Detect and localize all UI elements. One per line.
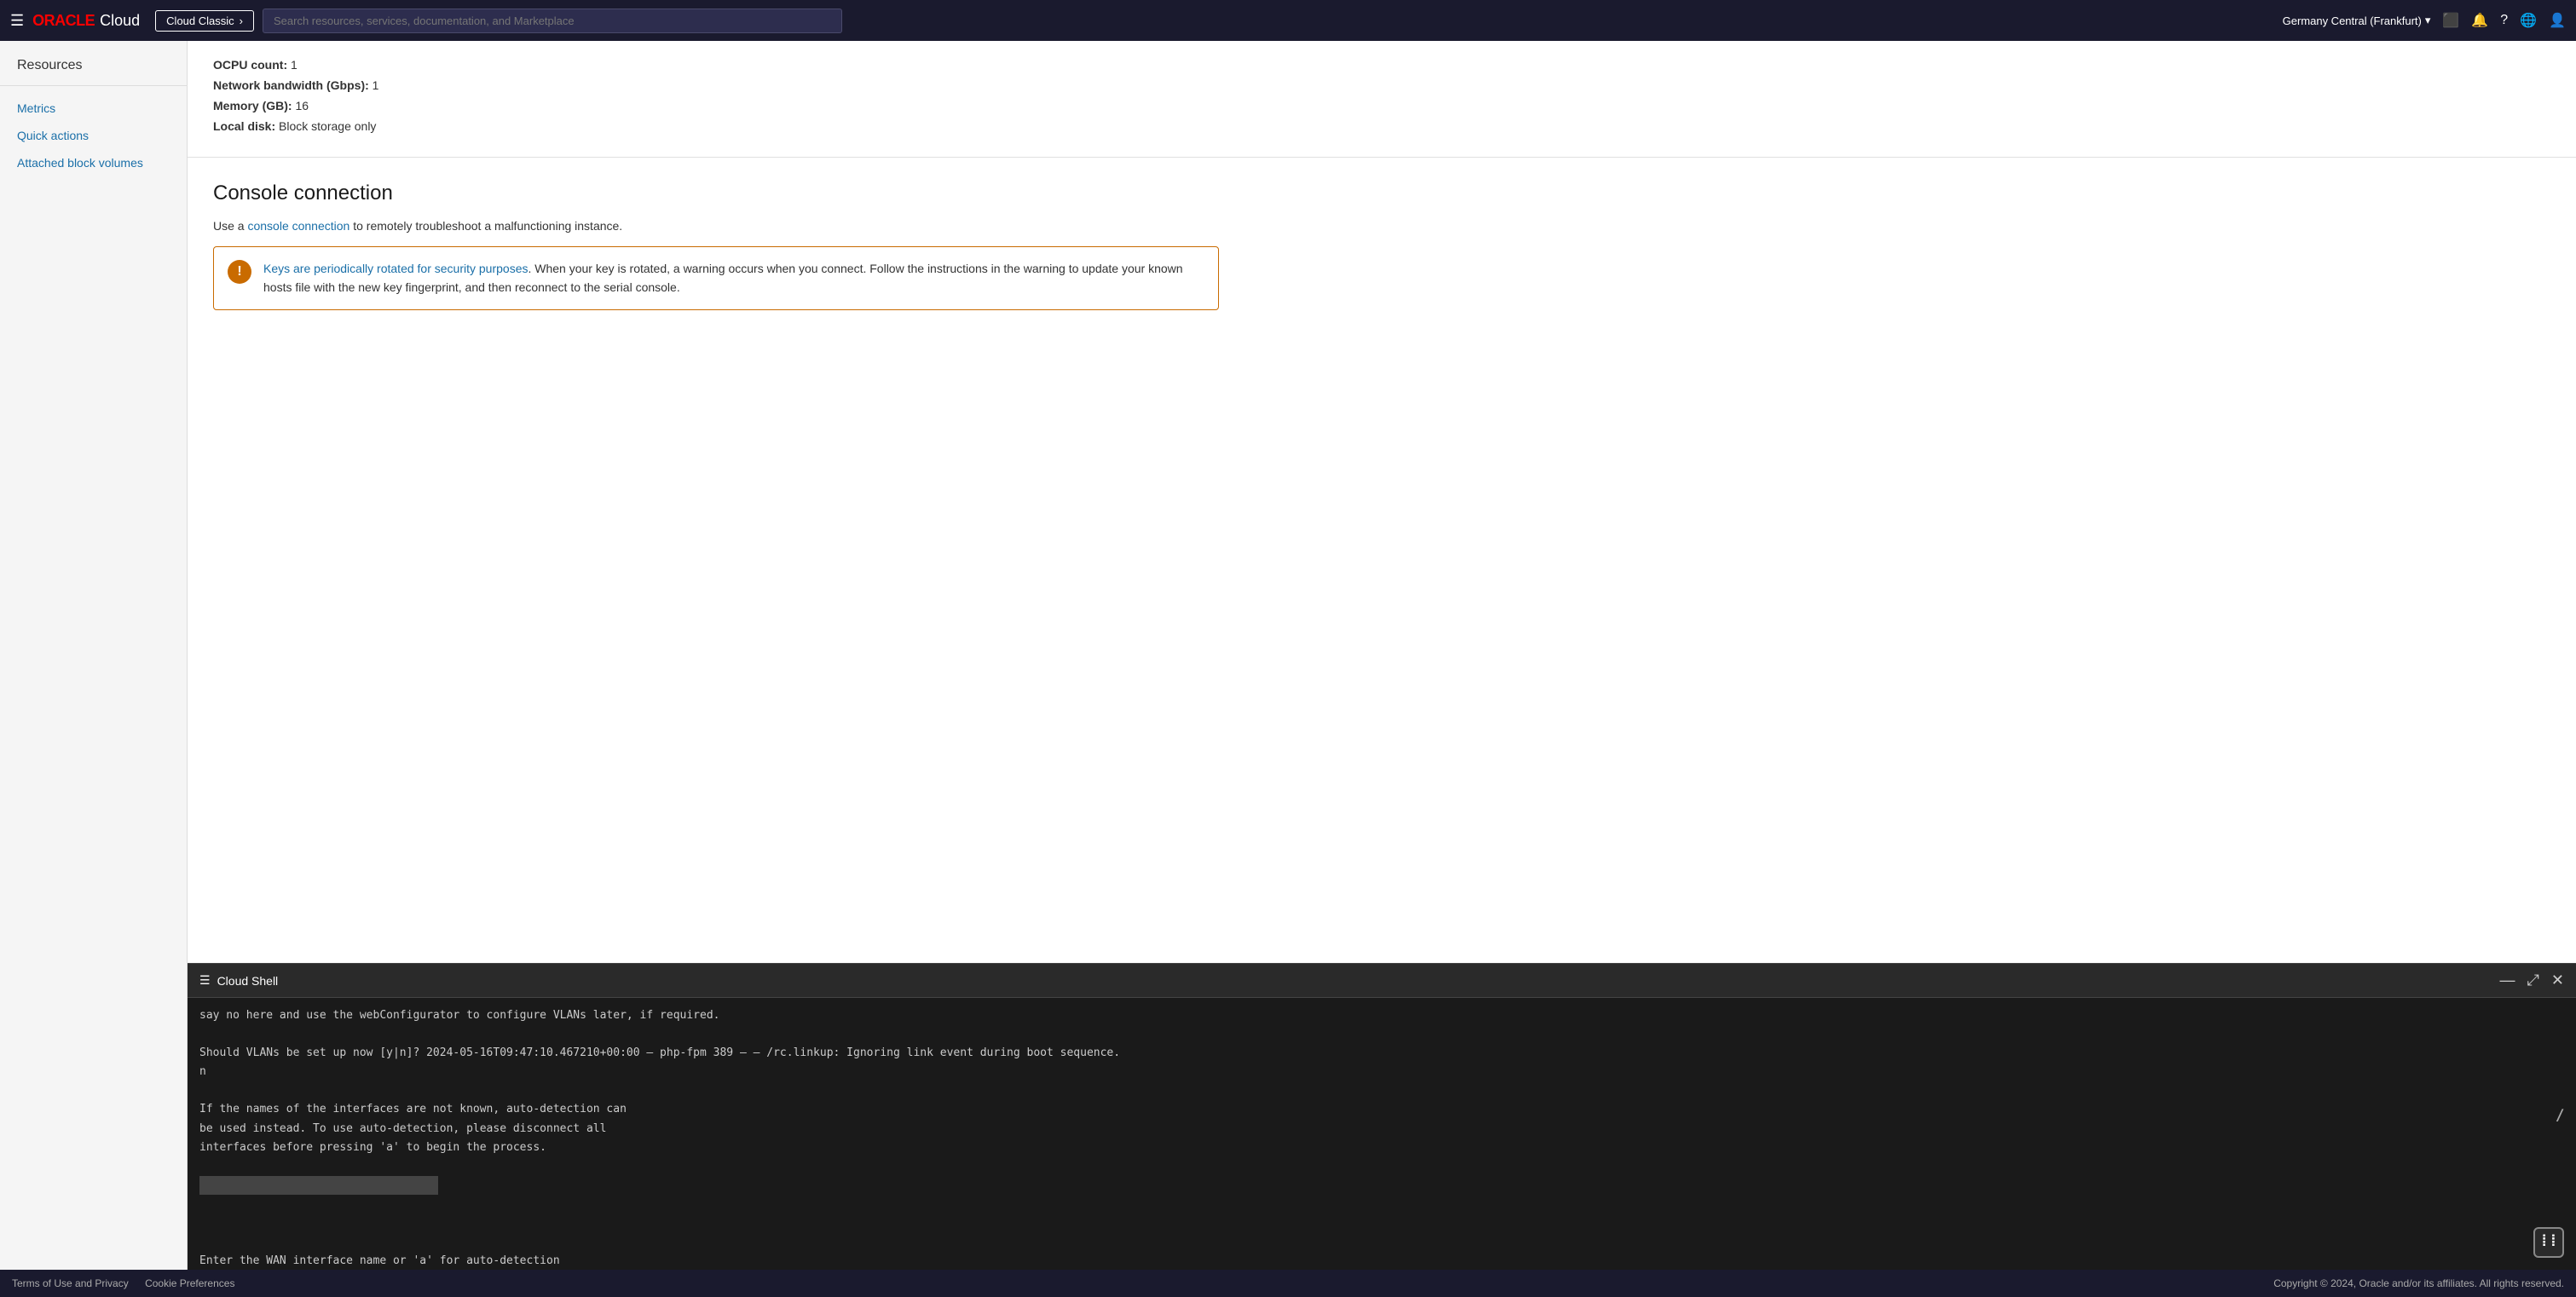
search-input[interactable]	[263, 9, 842, 33]
region-selector[interactable]: Germany Central (Frankfurt) ▾	[2283, 14, 2431, 27]
warning-text: Keys are periodically rotated for securi…	[263, 259, 1204, 297]
network-label: Network bandwidth (Gbps):	[213, 78, 369, 92]
instance-info: OCPU count: 1 Network bandwidth (Gbps): …	[188, 41, 2576, 158]
cloud-shell-label: Cloud Shell	[217, 974, 279, 988]
security-warning-box: ! Keys are periodically rotated for secu…	[213, 246, 1219, 310]
shell-controls: — ⤢ ✕	[2500, 971, 2565, 989]
notifications-icon[interactable]: 🔔	[2471, 12, 2488, 29]
cookie-preferences-link[interactable]: Cookie Preferences	[145, 1277, 234, 1289]
shell-output: say no here and use the webConfigurator …	[199, 1006, 2564, 1270]
main-area: Resources Metrics Quick actions Attached…	[0, 41, 2576, 1270]
cloud-classic-button[interactable]: Cloud Classic ›	[155, 10, 254, 32]
shell-close-button[interactable]: ✕	[2551, 971, 2564, 989]
copyright-text: Copyright © 2024, Oracle and/or its affi…	[2273, 1277, 2564, 1289]
console-connection-link[interactable]: console connection	[247, 219, 349, 233]
disk-label: Local disk:	[213, 119, 275, 133]
footer: Terms of Use and Privacy Cookie Preferen…	[0, 1270, 2576, 1297]
console-connection-description: Use a console connection to remotely tro…	[213, 219, 2550, 233]
ocpu-value-text: 1	[291, 58, 297, 72]
sidebar-item-metrics[interactable]: Metrics	[0, 95, 187, 122]
footer-links: Terms of Use and Privacy Cookie Preferen…	[12, 1277, 248, 1289]
blurred-content	[199, 1176, 438, 1195]
user-avatar-icon[interactable]: 👤	[2549, 12, 2566, 29]
cloud-shell-title-area: ☰ Cloud Shell	[199, 973, 278, 988]
terms-link[interactable]: Terms of Use and Privacy	[12, 1277, 129, 1289]
memory-row: Memory (GB): 16	[213, 99, 2550, 112]
sidebar-item-quick-actions[interactable]: Quick actions	[0, 122, 187, 149]
sidebar-item-attached-block-volumes[interactable]: Attached block volumes	[0, 149, 187, 176]
cloud-shell-panel: ☰ Cloud Shell — ⤢ ✕ say no here and use …	[188, 963, 2576, 1270]
nav-right: Germany Central (Frankfurt) ▾ ⬛ 🔔 ? 🌐 👤	[2283, 12, 2566, 29]
disk-value-text: Block storage only	[279, 119, 376, 133]
warning-icon: !	[228, 260, 251, 284]
cloud-shell-header: ☰ Cloud Shell — ⤢ ✕	[188, 964, 2576, 998]
oracle-text: ORACLE	[32, 12, 95, 30]
shell-terminal-body[interactable]: say no here and use the webConfigurator …	[188, 998, 2576, 1270]
sidebar: Resources Metrics Quick actions Attached…	[0, 41, 188, 1270]
ocpu-label: OCPU count:	[213, 58, 287, 72]
top-navigation: ☰ ORACLE Cloud Cloud Classic › Germany C…	[0, 0, 2576, 41]
network-bandwidth-row: Network bandwidth (Gbps): 1	[213, 78, 2550, 92]
console-connection-title: Console connection	[213, 182, 2550, 205]
text-cursor-icon: 𝐼	[2556, 1107, 2561, 1127]
shell-minimize-button[interactable]: —	[2500, 971, 2515, 989]
console-connection-section: Console connection Use a console connect…	[188, 158, 2576, 963]
hamburger-menu-icon[interactable]: ☰	[10, 12, 24, 30]
oracle-logo: ORACLE Cloud	[32, 12, 140, 30]
help-icon[interactable]: ?	[2500, 13, 2508, 28]
memory-label: Memory (GB):	[213, 99, 292, 112]
network-value-text: 1	[373, 78, 379, 92]
sidebar-title: Resources	[0, 58, 187, 86]
shell-expand-button[interactable]: ⤢	[2527, 971, 2539, 989]
content-panel: OCPU count: 1 Network bandwidth (Gbps): …	[188, 41, 2576, 963]
language-icon[interactable]: 🌐	[2520, 12, 2537, 29]
cloud-shell-icon[interactable]: ⬛	[2442, 12, 2459, 29]
memory-value-text: 16	[295, 99, 309, 112]
cloud-text: Cloud	[100, 12, 140, 30]
keys-rotated-link[interactable]: Keys are periodically rotated for securi…	[263, 262, 528, 275]
local-disk-row: Local disk: Block storage only	[213, 119, 2550, 133]
shell-hamburger-icon[interactable]: ☰	[199, 973, 211, 988]
ocpu-count-row: OCPU count: 1	[213, 58, 2550, 72]
shell-help-button[interactable]: ⁞⁞	[2533, 1227, 2564, 1258]
